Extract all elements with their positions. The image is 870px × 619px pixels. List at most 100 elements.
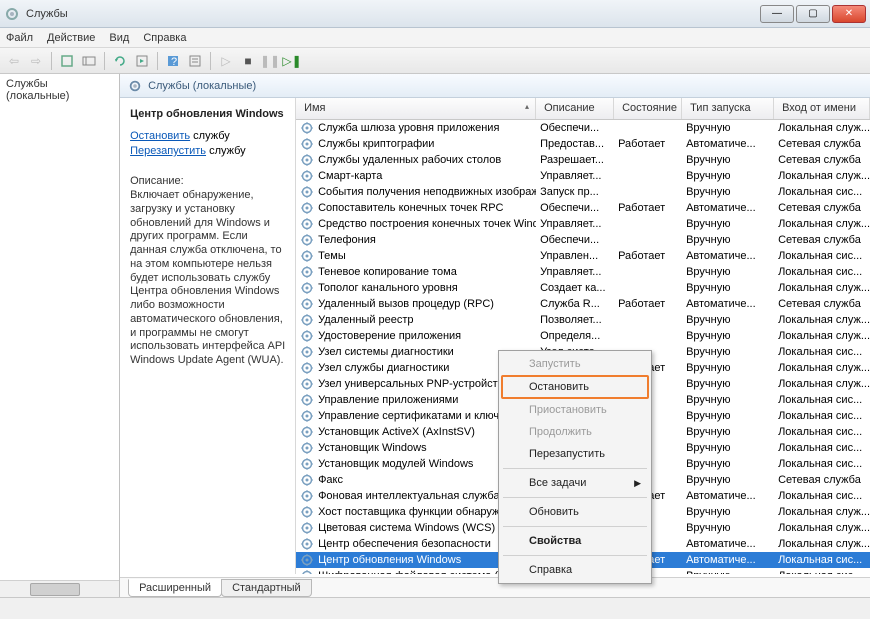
scrollbar-thumb[interactable] <box>30 583 80 596</box>
service-name: Сопоставитель конечных точек RPC <box>318 202 503 214</box>
titlebar: Службы — ▢ ✕ <box>0 0 870 28</box>
ctx-restart[interactable]: Перезапустить <box>501 443 649 465</box>
svg-text:?: ? <box>171 56 177 68</box>
service-logon: Локальная сис... <box>774 394 870 406</box>
service-row[interactable]: Сопоставитель конечных точек RPCОбеспечи… <box>296 200 870 216</box>
service-row[interactable]: Смарт-картаУправляет...ВручнуюЛокальная … <box>296 168 870 184</box>
service-logon: Сетевая служба <box>774 234 870 246</box>
service-desc: Управлен... <box>536 250 614 262</box>
restart-service-link[interactable]: Перезапустить <box>130 145 206 157</box>
service-logon: Сетевая служба <box>774 474 870 486</box>
tree-root[interactable]: Службы (локальные) <box>6 78 69 102</box>
service-name: Удостоверение приложения <box>318 330 461 342</box>
maximize-button[interactable]: ▢ <box>796 5 830 23</box>
service-row[interactable]: События получения неподвижных изображен.… <box>296 184 870 200</box>
col-name[interactable]: Имя▴ <box>296 98 536 119</box>
service-icon <box>300 169 314 183</box>
service-row[interactable]: Удаленный реестрПозволяет...ВручнуюЛокал… <box>296 312 870 328</box>
menu-view[interactable]: Вид <box>109 32 129 44</box>
service-logon: Локальная служ... <box>774 282 870 294</box>
stop-service-link[interactable]: Остановить <box>130 130 190 142</box>
service-logon: Локальная служ... <box>774 314 870 326</box>
service-row[interactable]: Тополог канального уровняСоздает ка...Вр… <box>296 280 870 296</box>
tab-extended[interactable]: Расширенный <box>128 579 222 597</box>
service-name: Хост поставщика функции обнаруж... <box>318 506 509 518</box>
forward-button[interactable]: ⇨ <box>26 51 46 71</box>
service-row[interactable]: Удаленный вызов процедур (RPC)Служба R..… <box>296 296 870 312</box>
service-icon <box>300 233 314 247</box>
col-logon[interactable]: Вход от имени <box>774 98 870 119</box>
ctx-alltasks[interactable]: Все задачи▶ <box>501 472 649 494</box>
service-start: Вручную <box>682 442 774 454</box>
start-service-icon[interactable]: ▷ <box>216 51 236 71</box>
restart-service-icon[interactable]: ▷❚ <box>282 51 302 71</box>
service-row[interactable]: ТемыУправлен...РаботаетАвтоматиче...Лока… <box>296 248 870 264</box>
service-logon: Сетевая служба <box>774 154 870 166</box>
menu-action[interactable]: Действие <box>47 32 95 44</box>
service-start: Вручную <box>682 410 774 422</box>
tree-pane[interactable]: Службы (локальные) <box>0 74 120 597</box>
service-icon <box>300 377 314 391</box>
service-row[interactable]: Службы криптографииПредостав...РаботаетА… <box>296 136 870 152</box>
service-name: Службы криптографии <box>318 138 434 150</box>
menu-help[interactable]: Справка <box>143 32 186 44</box>
back-button[interactable]: ⇦ <box>4 51 24 71</box>
service-name: Центр обеспечения безопасности <box>318 538 491 550</box>
toolbar-icon-2[interactable] <box>79 51 99 71</box>
service-logon: Локальная служ... <box>774 362 870 374</box>
service-row[interactable]: ТелефонияОбеспечи...ВручнуюСетевая служб… <box>296 232 870 248</box>
properties-icon[interactable] <box>185 51 205 71</box>
stop-service-link-row: Остановить службу <box>130 130 287 142</box>
col-state[interactable]: Состояние <box>614 98 682 119</box>
service-icon <box>300 457 314 471</box>
col-startup[interactable]: Тип запуска <box>682 98 774 119</box>
service-icon <box>300 489 314 503</box>
ctx-help[interactable]: Справка <box>501 559 649 581</box>
minimize-button[interactable]: — <box>760 5 794 23</box>
service-logon: Локальная служ... <box>774 506 870 518</box>
refresh-icon[interactable] <box>110 51 130 71</box>
service-name: Тополог канального уровня <box>318 282 458 294</box>
service-name: Шифрованная файловая система (EFS) <box>318 570 523 574</box>
service-state: Работает <box>614 298 682 310</box>
service-icon <box>300 473 314 487</box>
service-start: Вручную <box>682 234 774 246</box>
service-start: Автоматиче... <box>682 538 774 550</box>
service-logon: Локальная сис... <box>774 554 870 566</box>
window-title: Службы <box>26 8 68 20</box>
menubar: Файл Действие Вид Справка <box>0 28 870 48</box>
service-start: Вручную <box>682 570 774 574</box>
toolbar-icon-1[interactable] <box>57 51 77 71</box>
close-button[interactable]: ✕ <box>832 5 866 23</box>
service-logon: Локальная сис... <box>774 570 870 574</box>
service-name: Установщик Windows <box>318 442 427 454</box>
status-bar <box>0 597 870 619</box>
service-row[interactable]: Служба шлюза уровня приложенияОбеспечи..… <box>296 120 870 136</box>
service-desc: Управляет... <box>536 266 614 278</box>
service-icon <box>300 393 314 407</box>
service-logon: Локальная служ... <box>774 522 870 534</box>
scrollbar-horizontal[interactable] <box>0 580 119 597</box>
ctx-properties[interactable]: Свойства <box>501 530 649 552</box>
main-area: Службы (локальные) Службы (локальные) Це… <box>0 74 870 597</box>
service-name: События получения неподвижных изображен.… <box>318 186 536 198</box>
service-logon: Локальная служ... <box>774 170 870 182</box>
service-icon <box>300 297 314 311</box>
service-state: Работает <box>614 250 682 262</box>
service-name: Установщик модулей Windows <box>318 458 473 470</box>
service-row[interactable]: Удостоверение приложенияОпределя...Вручн… <box>296 328 870 344</box>
menu-file[interactable]: Файл <box>6 32 33 44</box>
tab-standard[interactable]: Стандартный <box>221 579 312 597</box>
service-row[interactable]: Теневое копирование томаУправляет...Вруч… <box>296 264 870 280</box>
help-icon[interactable]: ? <box>163 51 183 71</box>
service-icon <box>300 521 314 535</box>
service-row[interactable]: Средство построения конечных точек Windo… <box>296 216 870 232</box>
service-row[interactable]: Службы удаленных рабочих столовРазрешает… <box>296 152 870 168</box>
stop-service-icon[interactable]: ■ <box>238 51 258 71</box>
ctx-refresh[interactable]: Обновить <box>501 501 649 523</box>
pause-service-icon[interactable]: ❚❚ <box>260 51 280 71</box>
col-description[interactable]: Описание <box>536 98 614 119</box>
ctx-stop[interactable]: Остановить <box>501 375 649 399</box>
ctx-pause: Приостановить <box>501 399 649 421</box>
export-icon[interactable] <box>132 51 152 71</box>
